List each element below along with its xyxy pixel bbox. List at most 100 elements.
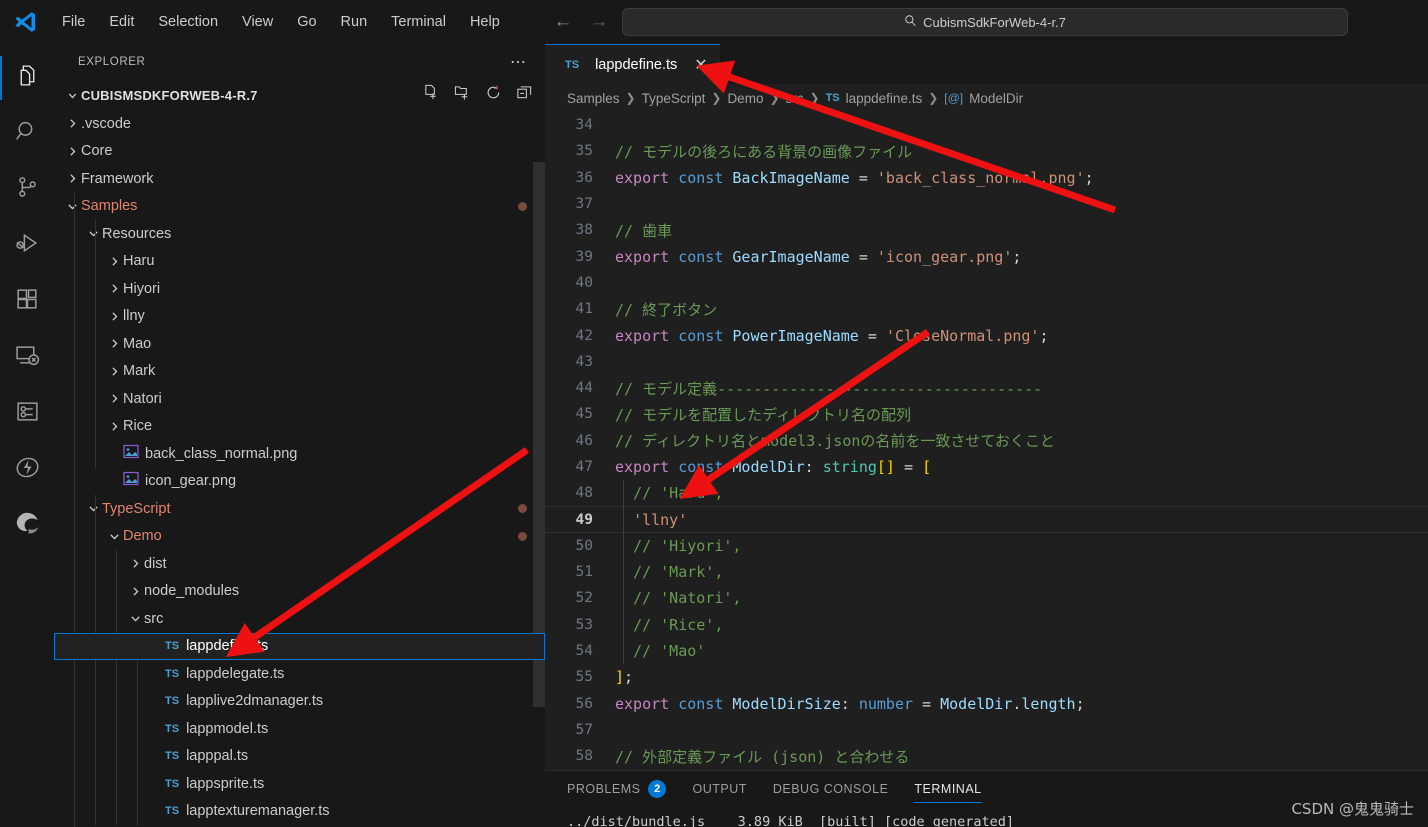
collapse-all-icon[interactable] — [516, 84, 533, 106]
code-line-58[interactable]: 58 // 外部定義ファイル (json) と合わせる — [545, 743, 1428, 769]
tree-item-lapplive2dmanager-ts[interactable]: TS lapplive2dmanager.ts — [54, 688, 545, 716]
explorer-root-row[interactable]: CUBISMSDKFORWEB-4-R.7 — [54, 80, 545, 110]
arrow-right-icon[interactable]: → — [586, 11, 612, 33]
breadcrumb-segment[interactable]: ModelDir — [969, 91, 1023, 106]
activity-item-thunder-client[interactable] — [0, 442, 54, 498]
breadcrumb-segment[interactable]: Demo — [727, 91, 763, 106]
menu-file[interactable]: File — [52, 10, 95, 34]
tree-item-llny[interactable]: llny — [54, 303, 545, 331]
chevron-right-icon[interactable] — [127, 555, 144, 572]
chevron-right-icon[interactable] — [106, 335, 123, 352]
code-line-57[interactable]: 57 — [545, 717, 1428, 743]
tree-item-hiyori[interactable]: Hiyori — [54, 275, 545, 303]
code-line-49[interactable]: 49 'llny' — [545, 506, 1428, 534]
code-line-53[interactable]: 53 // 'Rice', — [545, 612, 1428, 638]
tree-item-lappdelegate-ts[interactable]: TS lappdelegate.ts — [54, 660, 545, 688]
activity-item-remote-explorer[interactable] — [0, 330, 54, 386]
panel-tab-problems[interactable]: PROBLEMS 2 — [567, 771, 667, 807]
chevron-right-icon[interactable] — [64, 115, 81, 132]
code-line-45[interactable]: 45 // モデルを配置したディレクトリ名の配列 — [545, 401, 1428, 427]
breadcrumb-segment[interactable]: Samples — [567, 91, 620, 106]
tree-item-resources[interactable]: Resources — [54, 220, 545, 248]
tree-item-core[interactable]: Core — [54, 138, 545, 166]
tree-item--vscode[interactable]: .vscode — [54, 110, 545, 138]
ellipsis-icon[interactable]: ⋯ — [510, 52, 527, 72]
activity-item-run-and-debug[interactable] — [0, 218, 54, 274]
breadcrumb-segment[interactable]: src — [786, 91, 804, 106]
menu-run[interactable]: Run — [331, 10, 378, 34]
chevron-down-icon[interactable] — [64, 87, 81, 104]
chevron-down-icon[interactable] — [64, 198, 81, 215]
code-line-50[interactable]: 50 // 'Hiyori', — [545, 533, 1428, 559]
tree-item-lappsprite-ts[interactable]: TS lappsprite.ts — [54, 770, 545, 798]
tree-item-lapppal-ts[interactable]: TS lapppal.ts — [54, 743, 545, 771]
tree-item-typescript[interactable]: TypeScript — [54, 495, 545, 523]
activity-item-edge-tools[interactable] — [0, 498, 54, 554]
tree-item-icon-gear-png[interactable]: icon_gear.png — [54, 468, 545, 496]
activity-item-testing[interactable] — [0, 386, 54, 442]
code-line-39[interactable]: 39 export const GearImageName = 'icon_gea… — [545, 243, 1428, 269]
code-editor[interactable]: 34 35 // モデルの後ろにある背景の画像ファイル 36 export const … — [545, 112, 1428, 770]
tree-item-mao[interactable]: Mao — [54, 330, 545, 358]
tree-item-lappdefine-ts[interactable]: TS lappdefine.ts — [54, 632, 545, 660]
code-line-35[interactable]: 35 // モデルの後ろにある背景の画像ファイル — [545, 138, 1428, 164]
chevron-right-icon[interactable] — [106, 390, 123, 407]
quick-input-box[interactable]: CubismSdkForWeb-4-r.7 — [622, 8, 1348, 36]
code-line-52[interactable]: 52 // 'Natori', — [545, 585, 1428, 611]
code-line-56[interactable]: 56 export const ModelDirSize: number = Mo… — [545, 691, 1428, 717]
breadcrumb-segment[interactable]: TypeScript — [642, 91, 706, 106]
new-folder-icon[interactable] — [454, 84, 471, 106]
activity-item-source-control[interactable] — [0, 162, 54, 218]
code-line-40[interactable]: 40 — [545, 270, 1428, 296]
close-icon[interactable]: ✕ — [694, 55, 707, 75]
tree-item-dist[interactable]: dist — [54, 550, 545, 578]
tree-item-node-modules[interactable]: node_modules — [54, 578, 545, 606]
activity-item-search[interactable] — [0, 106, 54, 162]
tree-item-haru[interactable]: Haru — [54, 248, 545, 276]
chevron-right-icon[interactable] — [127, 583, 144, 600]
tree-item-framework[interactable]: Framework — [54, 165, 545, 193]
chevron-down-icon[interactable] — [85, 500, 102, 517]
chevron-right-icon[interactable] — [106, 308, 123, 325]
code-line-42[interactable]: 42 export const PowerImageName = 'CloseNo… — [545, 322, 1428, 348]
refresh-icon[interactable] — [485, 84, 502, 106]
code-line-54[interactable]: 54 // 'Mao' — [545, 638, 1428, 664]
chevron-right-icon[interactable] — [64, 143, 81, 160]
new-file-icon[interactable] — [423, 84, 440, 106]
menu-view[interactable]: View — [232, 10, 283, 34]
tree-item-lapptexturemanager-ts[interactable]: TS lapptexturemanager.ts — [54, 798, 545, 826]
chevron-right-icon[interactable] — [106, 418, 123, 435]
panel-tab-debug-console[interactable]: DEBUG CONSOLE — [773, 771, 889, 807]
menu-go[interactable]: Go — [287, 10, 326, 34]
arrow-left-icon[interactable]: ← — [550, 11, 576, 33]
code-line-38[interactable]: 38 // 歯車 — [545, 217, 1428, 243]
tree-item-back-class-normal-png[interactable]: back_class_normal.png — [54, 440, 545, 468]
explorer-scrollbar[interactable] — [533, 162, 545, 707]
tree-item-src[interactable]: src — [54, 605, 545, 633]
editor-tab-lappdefine[interactable]: TS lappdefine.ts ✕ — [545, 44, 720, 84]
panel-tab-output[interactable]: OUTPUT — [692, 771, 746, 807]
code-line-47[interactable]: 47 export const ModelDir: string[] = [ — [545, 454, 1428, 480]
code-line-44[interactable]: 44 // モデル定義------------------------------… — [545, 375, 1428, 401]
menu-edit[interactable]: Edit — [99, 10, 144, 34]
menu-help[interactable]: Help — [460, 10, 510, 34]
menu-selection[interactable]: Selection — [148, 10, 228, 34]
chevron-right-icon[interactable] — [106, 253, 123, 270]
code-line-48[interactable]: 48 // 'Haru', — [545, 480, 1428, 506]
tree-item-samples[interactable]: Samples — [54, 193, 545, 221]
chevron-down-icon[interactable] — [106, 528, 123, 545]
tree-item-demo[interactable]: Demo — [54, 523, 545, 551]
code-line-46[interactable]: 46 // ディレクトリ名とmodel3.jsonの名前を一致させておくこと — [545, 428, 1428, 454]
tree-item-rice[interactable]: Rice — [54, 413, 545, 441]
tree-item-mark[interactable]: Mark — [54, 358, 545, 386]
tree-item-lappmodel-ts[interactable]: TS lappmodel.ts — [54, 715, 545, 743]
chevron-right-icon[interactable] — [106, 363, 123, 380]
activity-item-explorer[interactable] — [0, 50, 54, 106]
code-line-41[interactable]: 41 // 終了ボタン — [545, 296, 1428, 322]
panel-tab-terminal[interactable]: TERMINAL — [914, 771, 982, 807]
chevron-down-icon[interactable] — [85, 225, 102, 242]
code-line-51[interactable]: 51 // 'Mark', — [545, 559, 1428, 585]
code-line-55[interactable]: 55]; — [545, 664, 1428, 690]
breadcrumb-segment[interactable]: lappdefine.ts — [846, 91, 923, 106]
chevron-down-icon[interactable] — [127, 610, 144, 627]
